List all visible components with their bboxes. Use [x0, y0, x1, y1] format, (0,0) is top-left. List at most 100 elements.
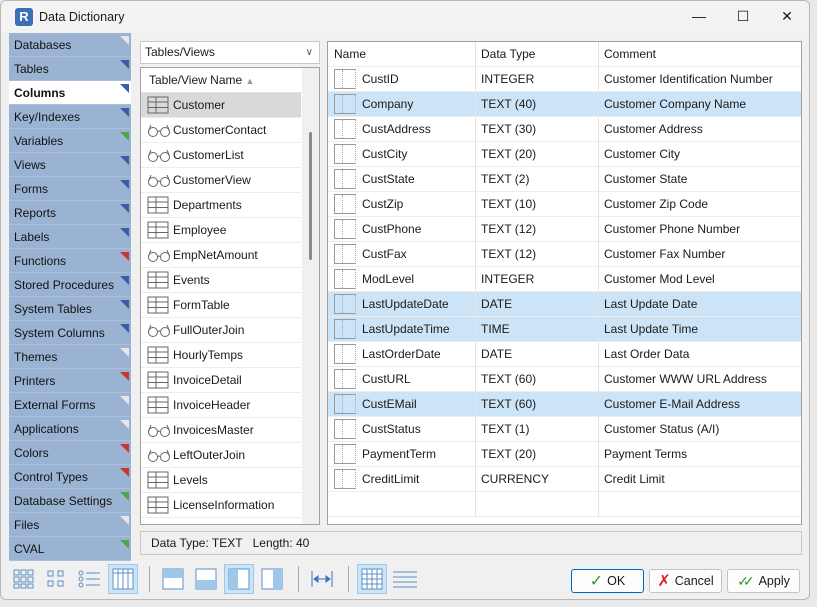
corner-marker-icon: [120, 516, 129, 525]
tables-filter-dropdown[interactable]: Tables/Views ∨: [140, 41, 320, 64]
table-list-item[interactable]: Departments: [141, 193, 301, 218]
small-icons-view-icon[interactable]: [42, 564, 72, 594]
table-list-item[interactable]: Levels: [141, 468, 301, 493]
sidebar-item-databases[interactable]: Databases: [9, 33, 131, 57]
corner-marker-icon: [120, 300, 129, 309]
column-comment: Customer WWW URL Address: [604, 371, 767, 386]
header-data-type[interactable]: Data Type: [476, 42, 599, 66]
table-list-item[interactable]: Customer: [141, 93, 301, 118]
column-comment: Customer City: [604, 146, 681, 161]
table-list-item[interactable]: LicenseInformation: [141, 493, 301, 518]
layout-left-icon[interactable]: [224, 564, 254, 594]
sidebar-item-key-indexes[interactable]: Key/Indexes: [9, 105, 131, 129]
table-list-item[interactable]: Events: [141, 268, 301, 293]
ok-button[interactable]: ✓ OK: [571, 569, 644, 593]
cancel-button[interactable]: ✗ Cancel: [649, 569, 722, 593]
column-row[interactable]: CustID INTEGER Customer Identification Num…: [328, 67, 801, 92]
column-row[interactable]: CustCity TEXT (20) Customer City: [328, 142, 801, 167]
sidebar-item-columns[interactable]: Columns: [9, 81, 131, 105]
table-list-item[interactable]: CustomerContact: [141, 118, 301, 143]
column-row[interactable]: LastUpdateTime TIME Last Update Time: [328, 317, 801, 342]
column-row[interactable]: CustURL TEXT (60) Customer WWW URL Address: [328, 367, 801, 392]
column-row[interactable]: ModLevel INTEGER Customer Mod Level: [328, 267, 801, 292]
check-icon: ✓: [589, 573, 604, 590]
sidebar-item-files[interactable]: Files: [9, 513, 131, 537]
sidebar-item-reports[interactable]: Reports: [9, 201, 131, 225]
table-list-item[interactable]: HourlyTemps: [141, 343, 301, 368]
sidebar-item-applications[interactable]: Applications: [9, 417, 131, 441]
column-row[interactable]: CustAddress TEXT (30) Customer Address: [328, 117, 801, 142]
view-glasses-icon: [147, 146, 170, 164]
column-data-type: DATE: [476, 292, 599, 316]
autofit-columns-icon[interactable]: [307, 564, 337, 594]
sidebar-item-control-types[interactable]: Control Types: [9, 465, 131, 489]
sidebar-item-labels[interactable]: Labels: [9, 225, 131, 249]
table-list-scrollbar[interactable]: [302, 68, 319, 524]
corner-marker-icon: [120, 180, 129, 189]
column-icon: [334, 244, 356, 264]
scrollbar-thumb[interactable]: [309, 132, 312, 260]
sidebar-item-cval[interactable]: CVAL: [9, 537, 131, 561]
header-comment[interactable]: Comment: [599, 42, 801, 67]
close-button[interactable]: ✕: [765, 8, 809, 25]
column-row[interactable]: CustEMail TEXT (60) Customer E-Mail Addres…: [328, 392, 801, 417]
table-list-item[interactable]: InvoiceHeader: [141, 393, 301, 418]
sidebar-item-system-columns[interactable]: System Columns: [9, 321, 131, 345]
table-list-item[interactable]: LeftOuterJoin: [141, 443, 301, 468]
sidebar-item-variables[interactable]: Variables: [9, 129, 131, 153]
table-list-item[interactable]: FormTable: [141, 293, 301, 318]
double-check-icon: ✓✓: [737, 572, 755, 589]
sidebar-item-database-settings[interactable]: Database Settings: [9, 489, 131, 513]
header-name[interactable]: Name: [328, 42, 476, 66]
column-row[interactable]: LastOrderDate DATE Last Order Data: [328, 342, 801, 367]
sidebar-item-colors[interactable]: Colors: [9, 441, 131, 465]
column-data-type: TEXT (20): [476, 442, 599, 466]
column-comment: Customer Address: [604, 121, 703, 136]
sidebar-item-themes[interactable]: Themes: [9, 345, 131, 369]
table-list-header[interactable]: Table/View Name ▲: [141, 68, 319, 93]
large-icons-view-icon[interactable]: [9, 564, 39, 594]
sidebar-item-stored-procedures[interactable]: Stored Procedures: [9, 273, 131, 297]
column-row[interactable]: LastUpdateDate DATE Last Update Date: [328, 292, 801, 317]
column-comment: Last Update Date: [604, 296, 698, 311]
corner-marker-icon: [120, 60, 129, 69]
column-icon: [334, 144, 356, 164]
row-lines-icon[interactable]: [390, 564, 420, 594]
apply-button[interactable]: ✓✓ Apply: [727, 569, 800, 593]
column-row[interactable]: CustFax TEXT (12) Customer Fax Number: [328, 242, 801, 267]
layout-top-icon[interactable]: [158, 564, 188, 594]
details-view-icon[interactable]: [108, 564, 138, 594]
minimize-button[interactable]: —: [677, 8, 721, 25]
table-list-item[interactable]: Employee: [141, 218, 301, 243]
table-icon: [147, 221, 169, 239]
sidebar-item-system-tables[interactable]: System Tables: [9, 297, 131, 321]
table-list-item[interactable]: CustomerView: [141, 168, 301, 193]
table-list-item[interactable]: InvoicesMaster: [141, 418, 301, 443]
table-list-item[interactable]: CustomerList: [141, 143, 301, 168]
corner-marker-icon: [120, 204, 129, 213]
column-row[interactable]: CustState TEXT (2) Customer State: [328, 167, 801, 192]
table-name: Levels: [173, 473, 208, 487]
column-row[interactable]: PaymentTerm TEXT (20) Payment Terms: [328, 442, 801, 467]
column-row[interactable]: CustPhone TEXT (12) Customer Phone Number: [328, 217, 801, 242]
column-row[interactable]: CustStatus TEXT (1) Customer Status (A/I): [328, 417, 801, 442]
grid-lines-icon[interactable]: [357, 564, 387, 594]
sidebar-item-tables[interactable]: Tables: [9, 57, 131, 81]
maximize-button[interactable]: ☐: [721, 8, 765, 25]
sidebar-item-views[interactable]: Views: [9, 153, 131, 177]
layout-bottom-icon[interactable]: [191, 564, 221, 594]
sidebar-item-forms[interactable]: Forms: [9, 177, 131, 201]
table-list-item[interactable]: FullOuterJoin: [141, 318, 301, 343]
list-view-icon[interactable]: [75, 564, 105, 594]
column-row[interactable]: Company TEXT (40) Customer Company Name: [328, 92, 801, 117]
table-list-item[interactable]: EmpNetAmount: [141, 243, 301, 268]
sidebar-item-external-forms[interactable]: External Forms: [9, 393, 131, 417]
sidebar-item-printers[interactable]: Printers: [9, 369, 131, 393]
column-name: CreditLimit: [362, 472, 420, 486]
layout-right-icon[interactable]: [257, 564, 287, 594]
table-list-item[interactable]: InvoiceDetail: [141, 368, 301, 393]
sidebar-item-functions[interactable]: Functions: [9, 249, 131, 273]
column-row[interactable]: CustZip TEXT (10) Customer Zip Code: [328, 192, 801, 217]
column-name: CustPhone: [362, 222, 422, 236]
column-row[interactable]: CreditLimit CURRENCY Credit Limit: [328, 467, 801, 492]
